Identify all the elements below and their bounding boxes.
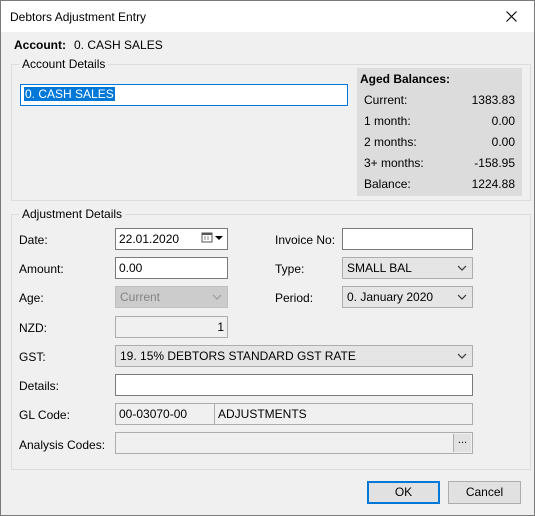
aged-row-3-plus-months: 3+ months: -158.95 xyxy=(364,156,515,172)
gst-dropdown[interactable]: 19. 15% DEBTORS STANDARD GST RATE xyxy=(115,345,473,367)
chevron-down-icon xyxy=(457,353,467,359)
nzd-label: NZD: xyxy=(19,321,47,335)
aged-row-1-month: 1 month: 0.00 xyxy=(364,114,515,130)
details-label: Details: xyxy=(19,379,60,393)
date-label: Date: xyxy=(19,233,48,247)
account-label: Account: xyxy=(14,38,66,52)
aged-label: Balance: xyxy=(364,177,411,191)
window-title: Debtors Adjustment Entry xyxy=(10,10,147,24)
period-label: Period: xyxy=(275,291,314,305)
account-details-legend: Account Details xyxy=(19,57,109,71)
analysis-codes-label: Analysis Codes: xyxy=(19,438,106,452)
ok-button-label: OK xyxy=(394,485,413,499)
aged-row-2-months: 2 months: 0.00 xyxy=(364,135,515,151)
gl-code-name-field: ADJUSTMENTS xyxy=(214,403,473,425)
account-header: Account: 0. CASH SALES xyxy=(14,38,163,52)
aged-balances-title: Aged Balances: xyxy=(360,72,451,86)
chevron-down-icon xyxy=(212,294,222,300)
amount-value: 0.00 xyxy=(119,261,143,275)
type-label: Type: xyxy=(275,262,305,276)
cancel-button[interactable]: Cancel xyxy=(448,481,521,504)
aged-value: 0.00 xyxy=(491,135,515,149)
account-name-selected-text: 0. CASH SALES xyxy=(24,87,115,101)
aged-label: 2 months: xyxy=(364,135,417,149)
aged-value: 1383.83 xyxy=(471,93,515,107)
aged-value: 0.00 xyxy=(491,114,515,128)
gst-label: GST: xyxy=(19,350,46,364)
invoice-no-field[interactable] xyxy=(342,228,473,250)
age-label: Age: xyxy=(19,291,44,305)
age-value: Current xyxy=(120,290,161,304)
age-dropdown[interactable]: Current xyxy=(115,286,228,308)
aged-row-balance: Balance: 1224.88 xyxy=(364,177,515,193)
cancel-button-label: Cancel xyxy=(465,485,504,499)
aged-label: Current: xyxy=(364,93,408,107)
details-field[interactable] xyxy=(115,374,473,396)
type-value: SMALL BAL xyxy=(347,261,412,275)
ok-button[interactable]: OK xyxy=(367,481,440,504)
nzd-field: 1 xyxy=(115,316,228,338)
amount-label: Amount: xyxy=(19,262,64,276)
account-value: 0. CASH SALES xyxy=(74,38,163,52)
aged-value: -158.95 xyxy=(474,156,515,170)
gl-code-name-value: ADJUSTMENTS xyxy=(218,407,307,421)
title-bar: Debtors Adjustment Entry xyxy=(1,1,534,32)
gl-code-label: GL Code: xyxy=(19,408,70,422)
aged-balances-panel: Aged Balances: Current: 1383.83 1 month:… xyxy=(357,68,522,196)
aged-label: 1 month: xyxy=(364,114,411,128)
analysis-codes-field[interactable]: ... xyxy=(115,432,473,454)
close-icon xyxy=(505,11,517,22)
type-dropdown[interactable]: SMALL BAL xyxy=(342,257,473,279)
gl-code-value: 00-03070-00 xyxy=(119,407,188,421)
aged-label: 3+ months: xyxy=(364,156,424,170)
analysis-codes-browse-button[interactable]: ... xyxy=(453,434,471,452)
date-value: 22.01.2020 xyxy=(119,232,180,246)
amount-field[interactable]: 0.00 xyxy=(115,257,228,279)
aged-value: 1224.88 xyxy=(471,177,515,191)
gst-value: 19. 15% DEBTORS STANDARD GST RATE xyxy=(120,349,356,363)
period-value: 0. January 2020 xyxy=(347,290,434,304)
invoice-no-label: Invoice No: xyxy=(275,233,336,247)
chevron-down-icon xyxy=(457,265,467,271)
gl-code-field[interactable]: 00-03070-00 xyxy=(115,403,215,425)
adjustment-details-legend: Adjustment Details xyxy=(19,207,126,221)
calendar-icon[interactable] xyxy=(201,230,227,246)
nzd-value: 1 xyxy=(217,320,224,334)
chevron-down-icon xyxy=(457,294,467,300)
aged-row-current: Current: 1383.83 xyxy=(364,93,515,109)
period-dropdown[interactable]: 0. January 2020 xyxy=(342,286,473,308)
dialog-window: Debtors Adjustment Entry Account: 0. CASH… xyxy=(0,0,535,516)
close-button[interactable] xyxy=(488,1,534,32)
account-name-field[interactable]: 0. CASH SALES xyxy=(20,84,348,106)
